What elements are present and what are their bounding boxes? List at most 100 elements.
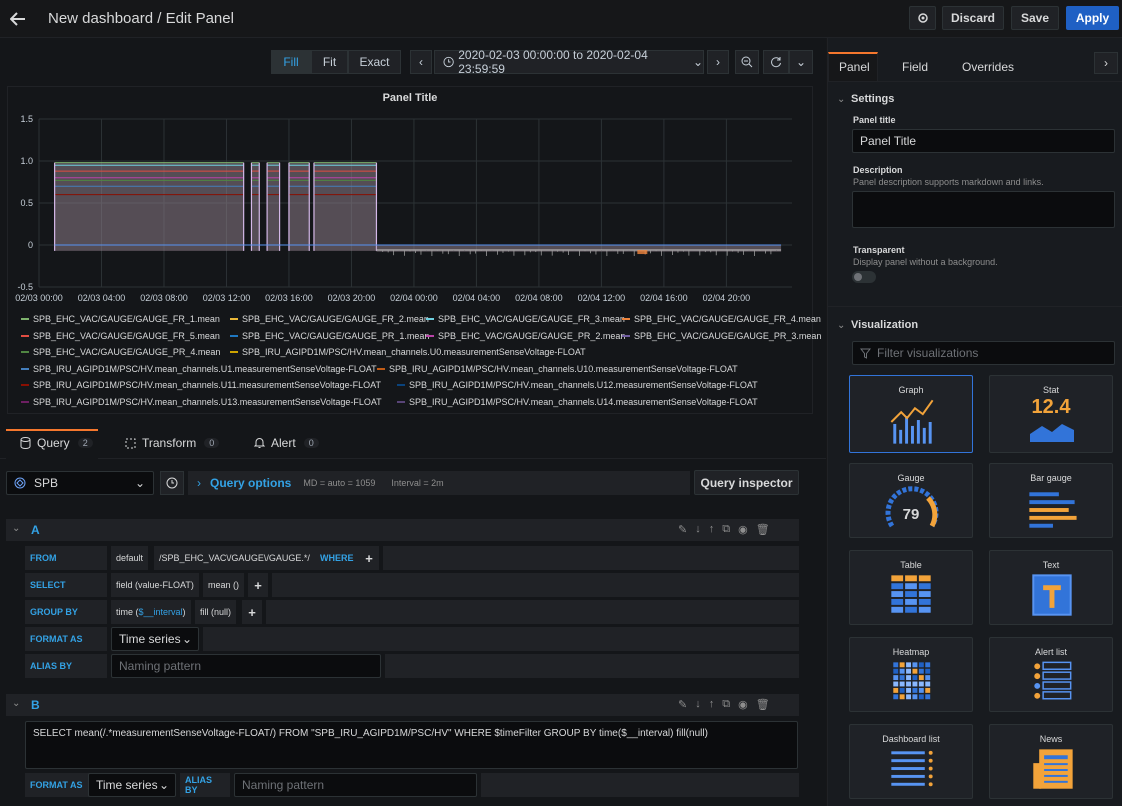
legend-item[interactable]: SPB_IRU_AGIPD1M/PSC/HV.mean_channels.U1.…: [21, 364, 377, 374]
settings-section-title[interactable]: Settings: [851, 93, 894, 105]
query-history-button[interactable]: [160, 471, 184, 495]
viz-card-gauge[interactable]: Gauge 79: [849, 463, 973, 538]
time-back-button[interactable]: ‹: [410, 50, 432, 74]
divider: [828, 81, 1122, 82]
viz-card-graph[interactable]: Graph: [849, 375, 973, 453]
settings-gear-button[interactable]: [909, 6, 936, 30]
description-label: Description: [853, 165, 903, 175]
legend-item[interactable]: SPB_IRU_AGIPD1M/PSC/HV.mean_channels.U10…: [377, 364, 738, 374]
zoom-out-button[interactable]: [735, 50, 759, 74]
eye-icon[interactable]: ◉: [738, 698, 748, 711]
copy-icon[interactable]: ⧉: [722, 698, 730, 711]
alias-by-input-b[interactable]: Naming pattern: [234, 773, 477, 797]
time-range-picker[interactable]: 2020-02-03 00:00:00 to 2020-02-04 23:59:…: [434, 48, 704, 76]
panel-title-label: Panel title: [853, 115, 896, 125]
select-row-filler: [272, 573, 799, 597]
panel-title-input[interactable]: Panel Title: [852, 129, 1115, 153]
raw-query-text: SELECT mean(/.*measurementSenseVoltage-F…: [33, 728, 708, 739]
viz-card-text[interactable]: Text: [989, 550, 1113, 625]
move-up-icon[interactable]: ↑: [709, 698, 715, 711]
refresh-button[interactable]: [763, 50, 789, 74]
from-policy[interactable]: default: [111, 546, 149, 570]
legend-item[interactable]: SPB_IRU_AGIPD1M/PSC/HV.mean_channels.U14…: [397, 397, 758, 407]
move-down-icon[interactable]: ↓: [695, 523, 701, 536]
stat-viz-value: 12.4: [1031, 396, 1071, 418]
back-arrow-icon[interactable]: [10, 11, 26, 27]
trash-icon[interactable]: 🗑: [756, 698, 770, 711]
viz-card-news[interactable]: News: [989, 724, 1113, 799]
from-row-filler: [383, 546, 799, 570]
exact-button[interactable]: Exact: [348, 50, 401, 74]
tab-query[interactable]: Query 2: [20, 436, 93, 450]
legend-item[interactable]: SPB_EHC_VAC/GAUGE/GAUGE_FR_3.mean: [426, 314, 625, 324]
transparent-toggle[interactable]: [852, 271, 876, 283]
tab-transform[interactable]: Transform 0: [125, 436, 220, 450]
edit-icon[interactable]: ✎: [678, 698, 687, 711]
copy-icon[interactable]: ⧉: [722, 523, 730, 536]
query-options-bar[interactable]: › Query options MD = auto = 1059 Interva…: [188, 471, 690, 495]
fill-button[interactable]: Fill: [271, 50, 311, 74]
viz-card-stat[interactable]: Stat 12.4: [989, 375, 1113, 453]
group-by-fill[interactable]: fill (null): [195, 600, 237, 624]
select-field[interactable]: field (value-FLOAT): [111, 573, 199, 597]
group-by-time[interactable]: time ($__interval): [111, 600, 191, 624]
discard-button[interactable]: Discard: [942, 6, 1004, 30]
tab-alert[interactable]: Alert 0: [254, 436, 319, 450]
tab-overrides[interactable]: Overrides: [962, 60, 1014, 74]
datasource-picker[interactable]: SPB ⌄: [6, 471, 154, 495]
add-where-button[interactable]: +: [359, 546, 379, 570]
viz-card-table[interactable]: Table: [849, 550, 973, 625]
viz-card-heatmap[interactable]: Heatmap: [849, 637, 973, 712]
edit-icon[interactable]: ✎: [678, 523, 687, 536]
visualization-section-title[interactable]: Visualization: [851, 319, 918, 331]
from-measurement[interactable]: /SPB_EHC_VAC\/GAUGE\/GAUGE.*/: [154, 546, 315, 570]
collapse-chevron-icon[interactable]: ⌄: [12, 523, 20, 534]
legend-item[interactable]: SPB_EHC_VAC/GAUGE/GAUGE_FR_5.mean: [21, 331, 220, 341]
legend-item[interactable]: SPB_EHC_VAC/GAUGE/GAUGE_PR_3.mean: [622, 331, 821, 341]
viz-card-dashboard-list[interactable]: Dashboard list: [849, 724, 973, 799]
format-as-select-b[interactable]: Time series ⌄: [88, 773, 176, 797]
trash-icon[interactable]: 🗑: [756, 523, 770, 536]
alias-by-input[interactable]: Naming pattern: [111, 654, 381, 678]
legend-item[interactable]: SPB_EHC_VAC/GAUGE/GAUGE_FR_4.mean: [622, 314, 821, 324]
tab-field[interactable]: Field: [902, 60, 928, 74]
chevron-down-icon[interactable]: ⌄: [837, 94, 845, 105]
legend-item[interactable]: SPB_EHC_VAC/GAUGE/GAUGE_FR_1.mean: [21, 314, 220, 324]
apply-button[interactable]: Apply: [1066, 6, 1119, 30]
time-forward-button[interactable]: ›: [707, 50, 729, 74]
description-textarea[interactable]: [852, 191, 1115, 228]
bell-icon: [254, 438, 265, 448]
legend-item[interactable]: SPB_EHC_VAC/GAUGE/GAUGE_PR_4.mean: [21, 347, 220, 357]
eye-icon[interactable]: ◉: [738, 523, 748, 536]
viz-name-heatmap: Heatmap: [892, 647, 930, 657]
viz-card-bar-gauge[interactable]: Bar gauge: [989, 463, 1113, 538]
legend-item[interactable]: SPB_EHC_VAC/GAUGE/GAUGE_PR_2.mean: [426, 331, 625, 341]
collapse-sidebar-button[interactable]: ›: [1094, 52, 1118, 74]
refresh-interval-dropdown[interactable]: ⌄: [789, 50, 813, 74]
move-up-icon[interactable]: ↑: [709, 523, 715, 536]
raw-query-textarea[interactable]: SELECT mean(/.*measurementSenseVoltage-F…: [25, 721, 798, 769]
legend-item[interactable]: SPB_IRU_AGIPD1M/PSC/HV.mean_channels.U0.…: [230, 347, 586, 357]
filter-visualizations-input[interactable]: Filter visualizations: [852, 341, 1115, 365]
tab-panel[interactable]: Panel: [839, 60, 870, 74]
add-select-button[interactable]: +: [248, 573, 268, 597]
collapse-chevron-icon[interactable]: ⌄: [12, 698, 20, 709]
query-b-header[interactable]: ⌄ B ✎ ↓ ↑ ⧉ ◉ 🗑: [6, 694, 799, 716]
query-inspector-button[interactable]: Query inspector: [694, 470, 799, 495]
legend-item[interactable]: SPB_IRU_AGIPD1M/PSC/HV.mean_channels.U13…: [21, 397, 382, 407]
save-button[interactable]: Save: [1011, 6, 1059, 30]
legend-item[interactable]: SPB_IRU_AGIPD1M/PSC/HV.mean_channels.U11…: [21, 380, 381, 390]
move-down-icon[interactable]: ↓: [695, 698, 701, 711]
select-aggregation[interactable]: mean (): [203, 573, 245, 597]
chevron-down-icon[interactable]: ⌄: [837, 320, 845, 331]
format-as-select[interactable]: Time series ⌄: [111, 627, 199, 651]
viz-card-alert-list[interactable]: Alert list: [989, 637, 1113, 712]
query-a-header[interactable]: ⌄ A ✎ ↓ ↑ ⧉ ◉ 🗑: [6, 519, 799, 541]
add-group-by-button[interactable]: +: [242, 600, 262, 624]
legend-item[interactable]: SPB_EHC_VAC/GAUGE/GAUGE_PR_1.mean: [230, 331, 429, 341]
legend-item[interactable]: SPB_IRU_AGIPD1M/PSC/HV.mean_channels.U12…: [397, 380, 758, 390]
format-row-filler: [203, 627, 799, 651]
legend-item[interactable]: SPB_EHC_VAC/GAUGE/GAUGE_FR_2.mean: [230, 314, 429, 324]
history-icon: [166, 477, 178, 489]
fit-button[interactable]: Fit: [311, 50, 348, 74]
